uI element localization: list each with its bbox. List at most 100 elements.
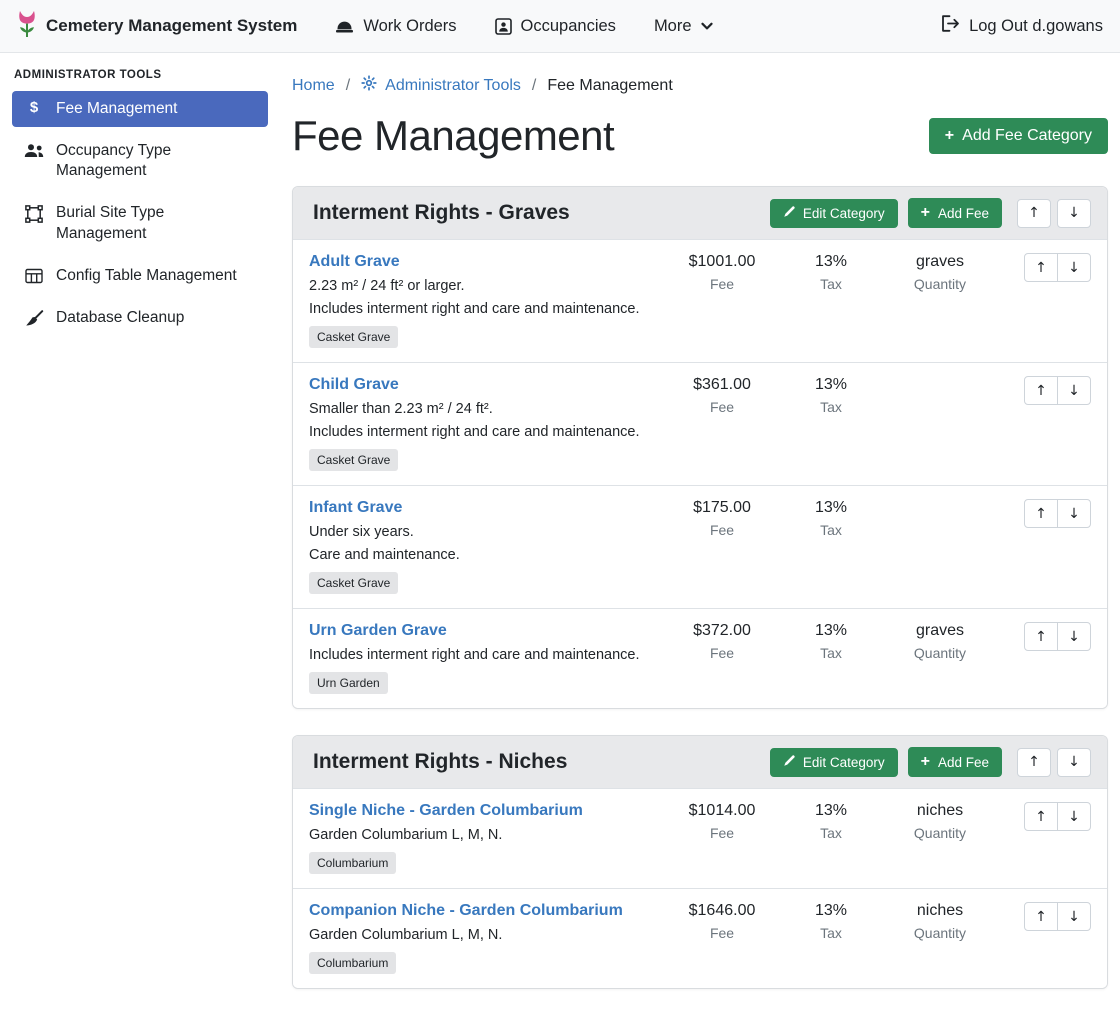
breadcrumb-home-link[interactable]: Home [292, 77, 335, 95]
category-move-down-button[interactable]: ↓ [1057, 748, 1091, 777]
fee-amount-label: Fee [663, 645, 781, 661]
sidebar-item-burial-site-type-management[interactable]: Burial Site Type Management [12, 195, 268, 251]
category-move-up-button[interactable]: ↑ [1017, 748, 1051, 777]
move-down-button[interactable]: ↓ [1057, 253, 1091, 282]
quantity-value: niches [881, 902, 999, 920]
fee-info: Companion Niche - Garden Columbarium Gar… [309, 902, 663, 974]
nav-work-orders-label: Work Orders [363, 17, 456, 36]
tax-cell: 13% Tax [781, 802, 881, 874]
fee-badge-wrap: Casket Grave [309, 326, 663, 348]
fee-info: Urn Garden Grave Includes interment righ… [309, 622, 663, 694]
broom-icon [24, 310, 44, 327]
breadcrumb-admin-tools-link[interactable]: Administrator Tools [361, 75, 521, 96]
fee-reorder-buttons: ↑ ↓ [1024, 376, 1091, 405]
add-fee-category-button[interactable]: + Add Fee Category [929, 118, 1108, 154]
breadcrumb-separator: / [346, 77, 350, 95]
move-up-button[interactable]: ↑ [1024, 499, 1058, 528]
tax-label: Tax [781, 276, 881, 292]
edit-category-label: Edit Category [803, 206, 885, 221]
fee-row: Adult Grave 2.23 m² / 24 ft² or larger. … [293, 239, 1107, 362]
fee-name-link[interactable]: Urn Garden Grave [309, 622, 447, 640]
fee-category-card: Interment Rights - Graves Edit Category … [292, 186, 1108, 709]
category-title: Interment Rights - Graves [313, 201, 570, 225]
sidebar-item-database-cleanup[interactable]: Database Cleanup [12, 300, 268, 336]
fee-row: Single Niche - Garden Columbarium Garden… [293, 788, 1107, 888]
move-down-button[interactable]: ↓ [1057, 622, 1091, 651]
chevron-down-icon [701, 22, 713, 31]
app-brand[interactable]: Cemetery Management System [17, 10, 297, 43]
fee-badge-wrap: Casket Grave [309, 572, 663, 594]
logout-button[interactable]: Log Out d.gowans [941, 15, 1103, 37]
add-fee-button[interactable]: + Add Fee [908, 198, 1002, 228]
nav-work-orders[interactable]: Work Orders [335, 17, 456, 36]
quantity-value: niches [881, 802, 999, 820]
fee-badge-wrap: Columbarium [309, 952, 663, 974]
fee-reorder-buttons: ↑ ↓ [1024, 802, 1091, 831]
tax-value: 13% [781, 253, 881, 271]
fee-name-link[interactable]: Adult Grave [309, 253, 400, 271]
fee-type-badge: Casket Grave [309, 326, 398, 348]
category-move-down-button[interactable]: ↓ [1057, 199, 1091, 228]
sidebar-item-fee-management[interactable]: $ Fee Management [12, 91, 268, 127]
sidebar: ADMINISTRATOR TOOLS $ Fee Management Occ… [0, 53, 280, 342]
move-up-button[interactable]: ↑ [1024, 802, 1058, 831]
tax-value: 13% [781, 622, 881, 640]
move-down-button[interactable]: ↓ [1057, 376, 1091, 405]
category-move-up-button[interactable]: ↑ [1017, 199, 1051, 228]
move-down-button[interactable]: ↓ [1057, 499, 1091, 528]
breadcrumb-current: Fee Management [547, 77, 672, 95]
fee-amount: $1646.00 [663, 902, 781, 920]
people-icon [24, 143, 44, 158]
move-up-button[interactable]: ↑ [1024, 902, 1058, 931]
fee-name-link[interactable]: Child Grave [309, 376, 399, 394]
edit-category-button[interactable]: Edit Category [770, 748, 898, 777]
fee-name-link[interactable]: Single Niche - Garden Columbarium [309, 802, 583, 820]
fee-amount: $372.00 [663, 622, 781, 640]
plus-icon: + [945, 128, 954, 144]
gear-icon [361, 75, 377, 96]
category-reorder-buttons: ↑ ↓ [1017, 748, 1091, 777]
plus-icon: + [921, 754, 930, 770]
fee-info: Infant Grave Under six years. Care and m… [309, 499, 663, 594]
person-bounding-box-icon [495, 18, 512, 35]
sidebar-item-config-table-management[interactable]: Config Table Management [12, 258, 268, 294]
table-grid-icon [24, 268, 44, 284]
fee-row: Infant Grave Under six years. Care and m… [293, 485, 1107, 608]
fee-badge-wrap: Columbarium [309, 852, 663, 874]
nav-occupancies[interactable]: Occupancies [495, 17, 616, 36]
move-down-button[interactable]: ↓ [1057, 902, 1091, 931]
fee-name-link[interactable]: Companion Niche - Garden Columbarium [309, 902, 623, 920]
fee-category-card: Interment Rights - Niches Edit Category … [292, 735, 1108, 989]
category-title: Interment Rights - Niches [313, 750, 567, 774]
up-arrow-icon: ↑ [1035, 810, 1047, 824]
top-navbar: Cemetery Management System Work Orders O… [0, 0, 1120, 53]
down-arrow-icon: ↓ [1068, 261, 1080, 275]
fee-info: Child Grave Smaller than 2.23 m² / 24 ft… [309, 376, 663, 471]
edit-category-button[interactable]: Edit Category [770, 199, 898, 228]
up-arrow-icon: ↑ [1035, 261, 1047, 275]
add-fee-button[interactable]: + Add Fee [908, 747, 1002, 777]
sidebar-item-label: Burial Site Type Management [56, 203, 256, 243]
breadcrumb-admin-tools-label: Administrator Tools [385, 77, 521, 95]
tax-label: Tax [781, 399, 881, 415]
fee-description: Garden Columbarium L, M, N. [309, 827, 663, 843]
fee-description: Garden Columbarium L, M, N. [309, 927, 663, 943]
down-arrow-icon: ↓ [1068, 910, 1080, 924]
fee-description: 2.23 m² / 24 ft² or larger. [309, 278, 663, 294]
add-fee-category-label: Add Fee Category [962, 127, 1092, 145]
main-content: Home / Administrator Tools / Fee Managem… [280, 53, 1120, 1015]
sidebar-item-label: Fee Management [56, 99, 178, 119]
sidebar-item-occupancy-type-management[interactable]: Occupancy Type Management [12, 133, 268, 189]
fee-description: Includes interment right and care and ma… [309, 647, 663, 663]
move-up-button[interactable]: ↑ [1024, 622, 1058, 651]
move-up-button[interactable]: ↑ [1024, 376, 1058, 405]
nav-more[interactable]: More [654, 17, 713, 36]
fee-description: Includes interment right and care and ma… [309, 424, 663, 440]
fee-name-link[interactable]: Infant Grave [309, 499, 402, 517]
move-up-button[interactable]: ↑ [1024, 253, 1058, 282]
up-arrow-icon: ↑ [1035, 630, 1047, 644]
move-down-button[interactable]: ↓ [1057, 802, 1091, 831]
fee-amount: $175.00 [663, 499, 781, 517]
category-header: Interment Rights - Graves Edit Category … [293, 187, 1107, 239]
fee-actions: ↑ ↓ [999, 902, 1091, 974]
